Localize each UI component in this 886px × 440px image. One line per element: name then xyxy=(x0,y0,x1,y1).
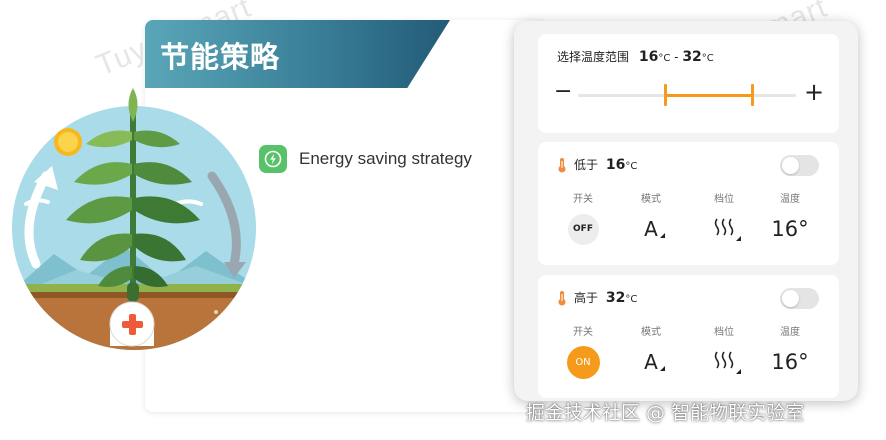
range-unit: °C xyxy=(658,53,671,64)
range-low: 16 xyxy=(638,49,659,65)
page-title: 节能策略 xyxy=(160,40,281,74)
dropdown-corner-icon xyxy=(736,236,741,241)
stage: Tuya Smart Tuya Smart Tuya Smart 节能策略 En… xyxy=(0,0,886,440)
switch-cell: ON xyxy=(553,345,613,379)
rule-temp: 32 xyxy=(605,290,626,306)
thermometer-icon xyxy=(558,157,566,172)
switch-cell: OFF xyxy=(553,212,613,246)
mode-value: A xyxy=(644,350,658,374)
col-label-switch: 开关 xyxy=(573,194,593,205)
rule-title: 低于 xyxy=(574,158,599,172)
col-label-gear: 档位 xyxy=(714,194,734,205)
col-label-switch: 开关 xyxy=(573,327,593,338)
col-label-gear: 档位 xyxy=(714,327,734,338)
temperature-cell: 16° xyxy=(760,212,820,246)
rule-enable-toggle[interactable] xyxy=(780,155,819,176)
gear-cell xyxy=(694,212,754,246)
footer-watermark: 掘金技术社区 @ 智能物联实验室 xyxy=(526,402,805,424)
strategy-item[interactable]: Energy saving strategy xyxy=(259,145,472,173)
power-on-button[interactable]: ON xyxy=(566,345,600,379)
rule-card-above: 高于 32°C 开关 模式 档位 温度 ON A 16° xyxy=(538,275,839,398)
temperature-cell: 16° xyxy=(760,345,820,379)
plant-illustration xyxy=(12,88,256,350)
mode-selector[interactable]: A xyxy=(644,350,665,374)
heat-waves-icon xyxy=(714,351,734,369)
increase-button[interactable]: + xyxy=(804,80,824,104)
rule-unit: °C xyxy=(625,294,638,305)
dropdown-corner-icon xyxy=(659,366,665,371)
mode-selector[interactable]: A xyxy=(644,217,665,241)
decrease-button[interactable]: − xyxy=(554,81,572,103)
dropdown-corner-icon xyxy=(736,369,741,374)
mode-cell: A xyxy=(621,212,681,246)
temperature-range-card: 选择温度范围 16°C - 32°C − + xyxy=(538,34,839,133)
col-label-temperature: 温度 xyxy=(780,327,800,338)
range-prefix: 选择温度范围 xyxy=(557,50,630,64)
rule-enable-toggle[interactable] xyxy=(780,288,819,309)
dropdown-corner-icon xyxy=(659,233,665,238)
temperature-rule-panel: 选择温度范围 16°C - 32°C − + 低于 16°C 开关 模式 档位 … xyxy=(514,21,858,401)
temperature-value[interactable]: 16° xyxy=(771,217,808,241)
heat-waves-icon xyxy=(714,218,734,236)
range-slider-track[interactable] xyxy=(578,94,796,97)
range-separator: - xyxy=(674,50,679,64)
range-unit: °C xyxy=(701,53,714,64)
rule-header: 高于 32°C xyxy=(556,289,637,306)
rule-temp: 16 xyxy=(605,157,626,173)
mode-cell: A xyxy=(621,345,681,379)
gear-cell xyxy=(694,345,754,379)
range-title: 选择温度范围 16°C - 32°C xyxy=(557,48,714,65)
range-high: 32 xyxy=(682,49,702,65)
gear-selector[interactable] xyxy=(713,350,741,374)
range-slider-high-handle[interactable] xyxy=(751,84,755,106)
range-slider-fill xyxy=(665,94,753,97)
col-label-mode: 模式 xyxy=(641,327,661,338)
rule-card-below: 低于 16°C 开关 模式 档位 温度 OFF A 16° xyxy=(538,142,839,265)
temperature-value[interactable]: 16° xyxy=(771,350,808,374)
strategy-label: Energy saving strategy xyxy=(299,149,472,168)
power-off-button[interactable]: OFF xyxy=(567,213,599,245)
col-label-temperature: 温度 xyxy=(780,194,800,205)
thermometer-icon xyxy=(558,290,566,305)
rule-title: 高于 xyxy=(574,291,599,305)
rule-unit: °C xyxy=(625,161,638,172)
col-label-mode: 模式 xyxy=(641,194,661,205)
mode-value: A xyxy=(644,217,658,241)
rule-header: 低于 16°C xyxy=(556,156,637,173)
gear-selector[interactable] xyxy=(713,217,741,241)
range-slider-low-handle[interactable] xyxy=(664,84,668,106)
